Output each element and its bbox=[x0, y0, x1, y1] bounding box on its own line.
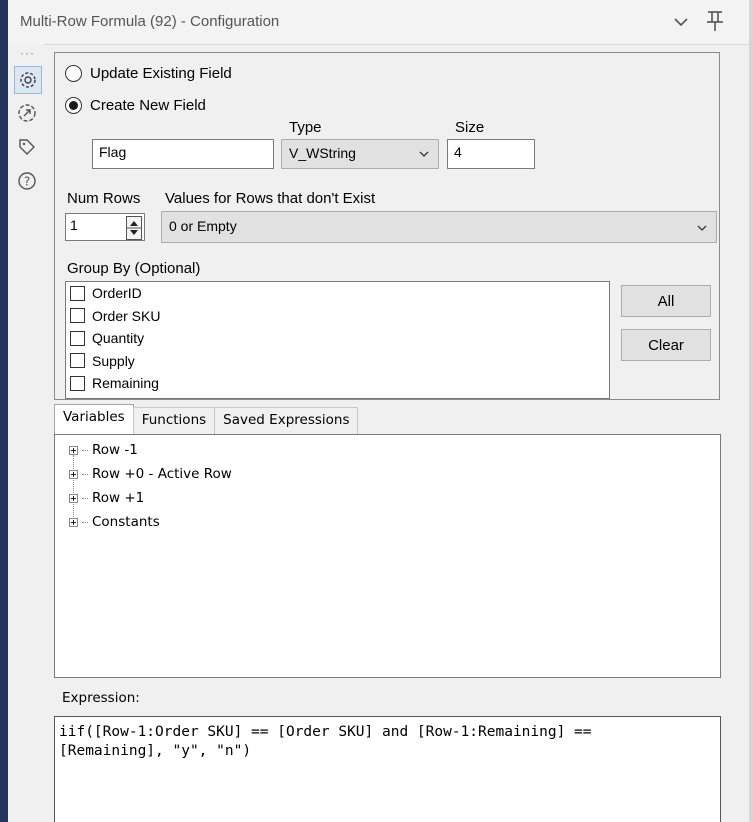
tree-item-label: Row -1 bbox=[92, 442, 138, 458]
checkbox[interactable] bbox=[70, 285, 85, 301]
tree-item-row-minus-1[interactable]: Row -1 bbox=[69, 442, 138, 458]
chevron-down-icon bbox=[419, 151, 429, 157]
type-select[interactable]: V_WString bbox=[281, 139, 439, 169]
list-item-label: OrderID bbox=[92, 285, 142, 302]
configuration-panel: Multi-Row Formula (92) - Configuration ·… bbox=[8, 0, 749, 822]
list-item[interactable]: Remaining bbox=[66, 372, 609, 395]
list-item[interactable]: Order SKU bbox=[66, 305, 609, 328]
create-new-option[interactable]: Create New Field bbox=[65, 97, 206, 114]
select-all-button[interactable]: All bbox=[621, 285, 711, 317]
list-item[interactable]: Supply bbox=[66, 350, 609, 373]
expand-icon[interactable] bbox=[69, 469, 78, 479]
stepper-arrows-icon[interactable] bbox=[126, 216, 142, 240]
checkbox[interactable] bbox=[70, 308, 85, 324]
expand-icon[interactable] bbox=[69, 445, 78, 455]
variables-tree[interactable]: Row -1 Row +0 - Active Row Row +1 Consta… bbox=[54, 434, 721, 678]
checkbox[interactable] bbox=[70, 375, 85, 391]
tab-saved-expressions[interactable]: Saved Expressions bbox=[214, 407, 359, 436]
checkbox[interactable] bbox=[70, 330, 85, 346]
drag-handle-icon[interactable]: ··· bbox=[20, 46, 35, 60]
size-label: Size bbox=[455, 119, 485, 136]
config-box: Update Existing Field Create New Field T… bbox=[54, 52, 720, 400]
create-new-label: Create New Field bbox=[90, 97, 206, 114]
type-select-value: V_WString bbox=[289, 145, 356, 161]
tool-sidebar: ··· ? bbox=[8, 44, 44, 444]
checkbox[interactable] bbox=[70, 353, 85, 369]
gear-icon[interactable] bbox=[14, 66, 42, 94]
list-item[interactable]: Quantity bbox=[66, 327, 609, 350]
expression-tabs: Variables Functions Saved Expressions bbox=[54, 404, 359, 436]
svg-text:?: ? bbox=[24, 175, 30, 189]
clear-button[interactable]: Clear bbox=[621, 329, 711, 361]
missing-rows-value: 0 or Empty bbox=[169, 218, 237, 234]
num-rows-value: 1 bbox=[70, 217, 78, 233]
group-by-label: Group By (Optional) bbox=[67, 260, 201, 277]
create-new-radio[interactable] bbox=[65, 97, 82, 114]
update-existing-option[interactable]: Update Existing Field bbox=[65, 65, 232, 82]
tree-item-row-active[interactable]: Row +0 - Active Row bbox=[69, 466, 232, 482]
num-rows-stepper[interactable]: 1 bbox=[65, 213, 145, 241]
update-existing-label: Update Existing Field bbox=[90, 65, 232, 82]
chevron-down-icon bbox=[697, 225, 707, 231]
list-item[interactable]: OrderID bbox=[66, 282, 609, 305]
tab-variables[interactable]: Variables bbox=[54, 404, 134, 436]
tag-icon[interactable] bbox=[14, 134, 40, 160]
expression-editor[interactable]: iif([Row-1:Order SKU] == [Order SKU] and… bbox=[54, 716, 721, 822]
type-label: Type bbox=[289, 119, 322, 136]
missing-rows-label: Values for Rows that don't Exist bbox=[165, 190, 376, 207]
list-item-label: Supply bbox=[92, 352, 135, 369]
missing-rows-select[interactable]: 0 or Empty bbox=[161, 211, 717, 243]
new-field-name-input[interactable]: Flag bbox=[92, 139, 274, 169]
update-existing-radio[interactable] bbox=[65, 65, 82, 82]
left-window-edge bbox=[0, 0, 8, 822]
list-item-label: Order SKU bbox=[92, 307, 161, 324]
chevron-down-icon[interactable] bbox=[670, 11, 692, 33]
tree-item-label: Constants bbox=[92, 514, 160, 530]
group-by-list[interactable]: OrderID Order SKU Quantity Supply Remain… bbox=[65, 281, 610, 399]
tree-item-row-plus-1[interactable]: Row +1 bbox=[69, 490, 144, 506]
expand-icon[interactable] bbox=[69, 493, 78, 503]
tree-item-constants[interactable]: Constants bbox=[69, 514, 160, 530]
expression-label: Expression: bbox=[62, 690, 140, 706]
tree-item-label: Row +1 bbox=[92, 490, 145, 506]
tab-functions[interactable]: Functions bbox=[132, 407, 216, 436]
window-title: Multi-Row Formula (92) - Configuration bbox=[20, 13, 280, 30]
list-item-label: Quantity bbox=[92, 330, 145, 347]
tree-item-label: Row +0 - Active Row bbox=[92, 466, 232, 482]
list-item-label: Remaining bbox=[92, 375, 159, 392]
size-input[interactable]: 4 bbox=[447, 139, 535, 169]
expand-icon[interactable] bbox=[69, 517, 78, 527]
output-anchor-icon[interactable] bbox=[14, 100, 40, 126]
expression-text[interactable]: iif([Row-1:Order SKU] == [Order SKU] and… bbox=[59, 723, 714, 761]
right-window-edge bbox=[749, 0, 753, 822]
help-icon[interactable]: ? bbox=[14, 168, 40, 194]
num-rows-label: Num Rows bbox=[67, 190, 141, 207]
pin-icon[interactable] bbox=[704, 9, 726, 33]
title-bar: Multi-Row Formula (92) - Configuration bbox=[8, 0, 749, 45]
